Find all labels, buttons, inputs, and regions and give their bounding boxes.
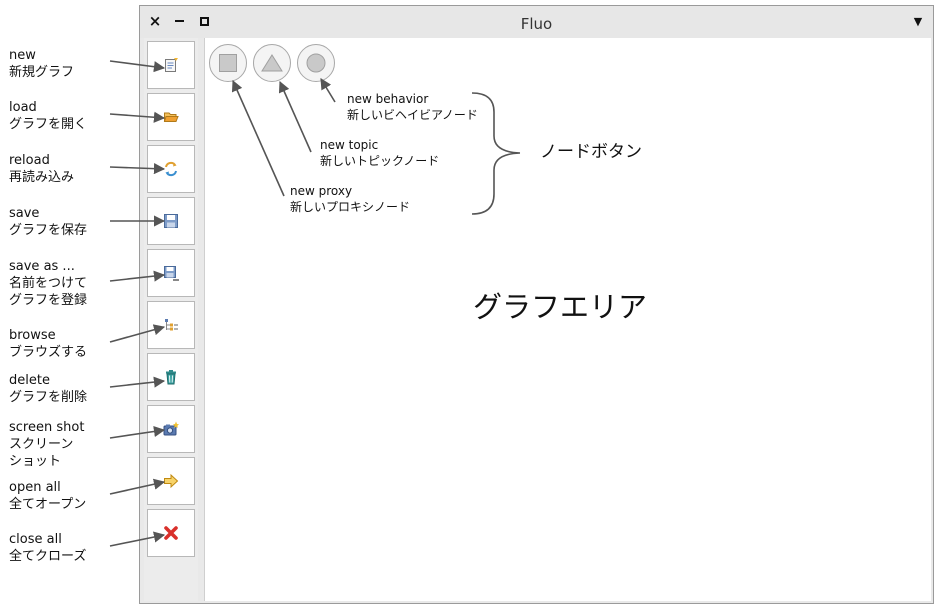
save-as-button[interactable] <box>147 249 195 297</box>
annotation-save: save グラフを保存 <box>9 206 88 238</box>
tree-browse-icon <box>165 319 178 331</box>
title-bar: × Fluo ▼ <box>140 6 933 38</box>
annotation-screenshot: screen shot スクリーン ショット <box>9 420 85 469</box>
annotation-new-behavior: new behavior 新しいビヘイビアノード <box>347 92 478 122</box>
reload-icon <box>165 161 177 177</box>
trash-icon <box>166 370 176 385</box>
annotation-load: load グラフを開く <box>9 100 88 132</box>
camera-icon <box>163 421 179 436</box>
floppy-save-as-icon <box>164 266 179 281</box>
annotation-open-all: open all 全てオープン <box>9 480 87 512</box>
annotation-save-as: save as ... 名前をつけて グラフを登録 <box>9 259 88 308</box>
load-button[interactable] <box>147 93 195 141</box>
node-buttons-group-label: ノードボタン <box>540 142 642 162</box>
open-folder-icon <box>163 112 179 122</box>
window-title: Fluo <box>520 15 553 33</box>
annotation-new-topic: new topic 新しいトピックノード <box>320 138 440 168</box>
graph-area[interactable]: グラフエリア <box>204 38 931 601</box>
annotation-delete: delete グラフを削除 <box>9 373 88 405</box>
new-topic-node-button[interactable] <box>253 44 291 82</box>
browse-button[interactable] <box>147 301 195 349</box>
graph-area-label: グラフエリア <box>473 290 648 324</box>
new-behavior-node-button[interactable] <box>297 44 335 82</box>
annotation-new-proxy: new proxy 新しいプロキシノード <box>290 184 411 214</box>
reload-button[interactable] <box>147 145 195 193</box>
annotation-close-all: close all 全てクローズ <box>9 532 87 564</box>
window-menu-icon[interactable]: ▼ <box>909 12 927 30</box>
app-window: × Fluo ▼ グラフエリア <box>139 5 934 604</box>
new-graph-icon <box>165 58 178 72</box>
annotation-new: new 新規グラフ <box>9 48 75 80</box>
floppy-save-icon <box>164 214 178 228</box>
triangle-icon <box>261 54 283 72</box>
square-icon <box>219 54 237 72</box>
red-x-icon <box>164 526 178 540</box>
screenshot-button[interactable] <box>147 405 195 453</box>
toolbar <box>144 38 198 601</box>
new-button[interactable] <box>147 41 195 89</box>
save-button[interactable] <box>147 197 195 245</box>
close-all-button[interactable] <box>147 509 195 557</box>
circle-icon <box>306 53 326 73</box>
delete-button[interactable] <box>147 353 195 401</box>
annotation-reload: reload 再読み込み <box>9 153 75 185</box>
arrow-right-icon <box>164 473 179 489</box>
annotation-browse: browse ブラウズする <box>9 328 88 360</box>
open-all-button[interactable] <box>147 457 195 505</box>
new-proxy-node-button[interactable] <box>209 44 247 82</box>
